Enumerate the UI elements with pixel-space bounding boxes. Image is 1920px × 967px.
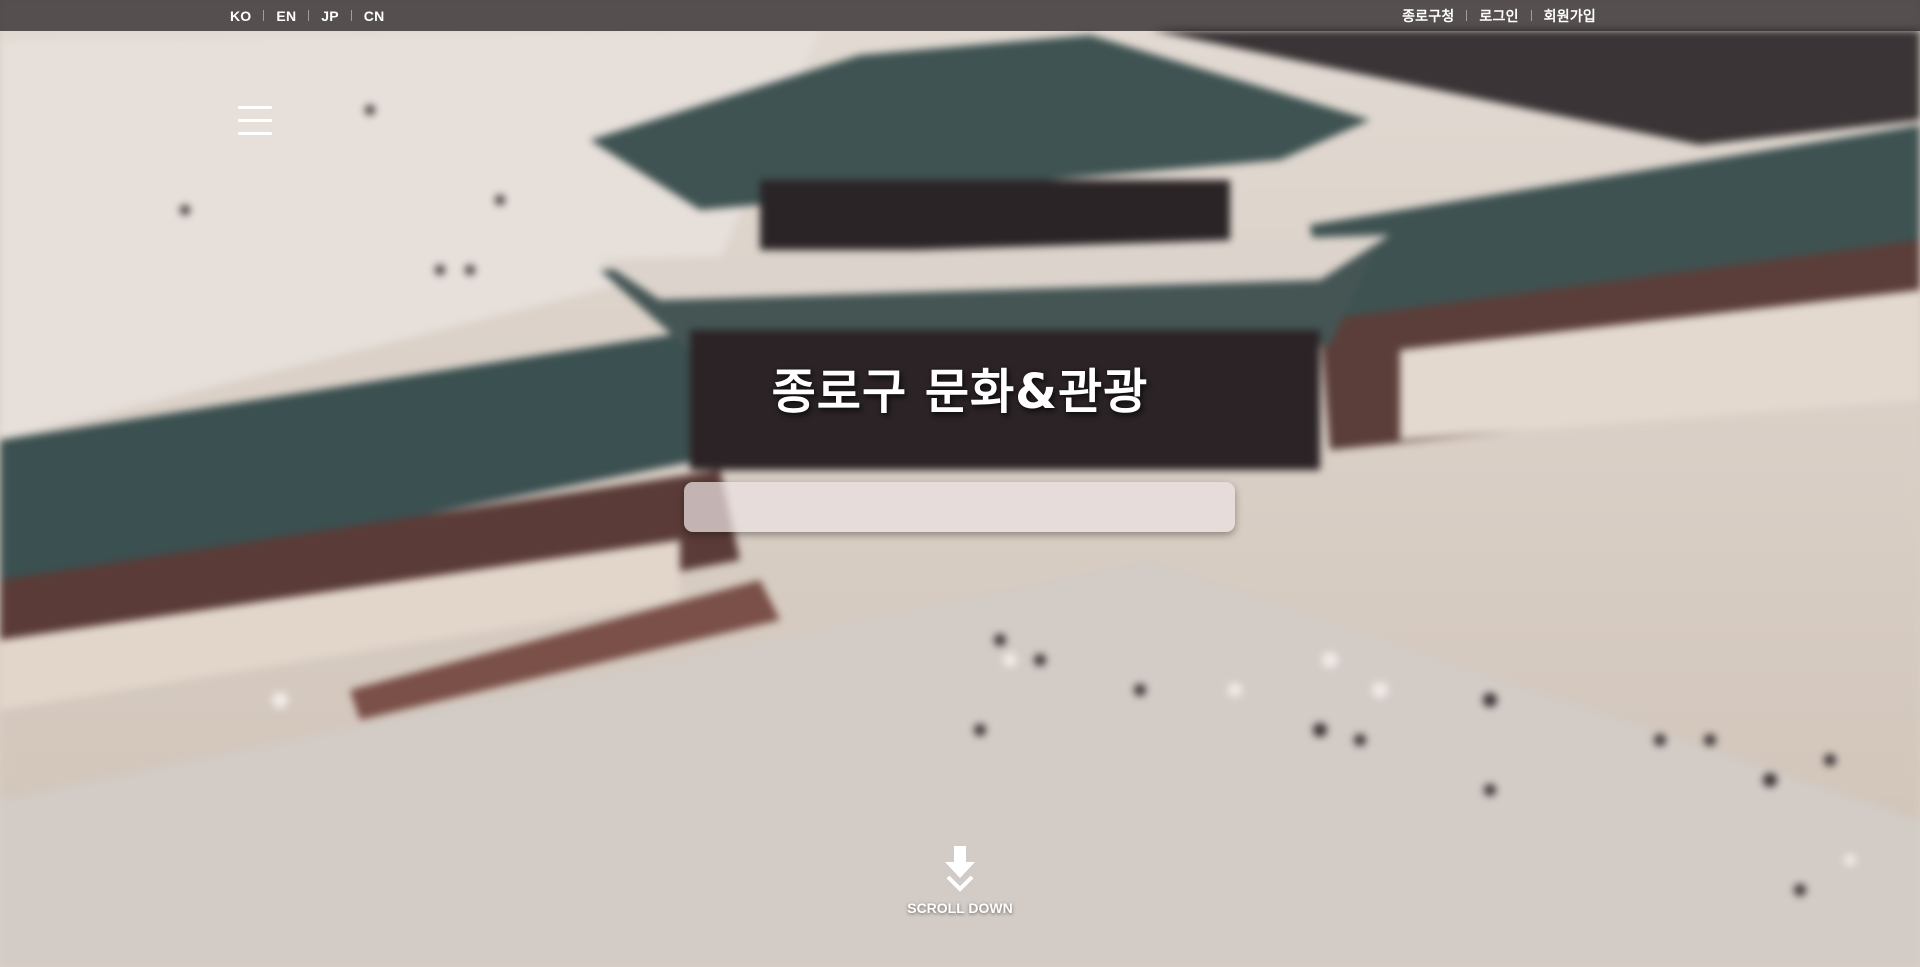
divider [1530, 10, 1532, 21]
divider [308, 10, 310, 21]
search-input[interactable] [684, 482, 1235, 532]
language-selector: KO EN JP CN [230, 0, 384, 31]
scroll-down-label: SCROLL DOWN [907, 900, 1013, 916]
scroll-down-button[interactable]: SCROLL DOWN [880, 846, 1040, 916]
divider [263, 10, 265, 21]
utility-links: 종로구청 로그인 회원가입 [1402, 0, 1596, 31]
arrow-down-icon [945, 846, 975, 892]
jongno-office-link[interactable]: 종로구청 [1402, 6, 1454, 26]
divider [1466, 10, 1468, 21]
page-title: 종로구 문화&관광 [771, 364, 1149, 420]
lang-jp-link[interactable]: JP [321, 8, 339, 24]
menu-button[interactable] [238, 106, 272, 136]
lang-en-link[interactable]: EN [276, 8, 296, 24]
lang-cn-link[interactable]: CN [364, 8, 385, 24]
top-bar: KO EN JP CN 종로구청 로그인 회원가입 [0, 0, 1920, 31]
login-link[interactable]: 로그인 [1479, 6, 1518, 26]
signup-link[interactable]: 회원가입 [1544, 6, 1596, 26]
lang-ko-link[interactable]: KO [230, 8, 251, 24]
divider [350, 10, 352, 21]
